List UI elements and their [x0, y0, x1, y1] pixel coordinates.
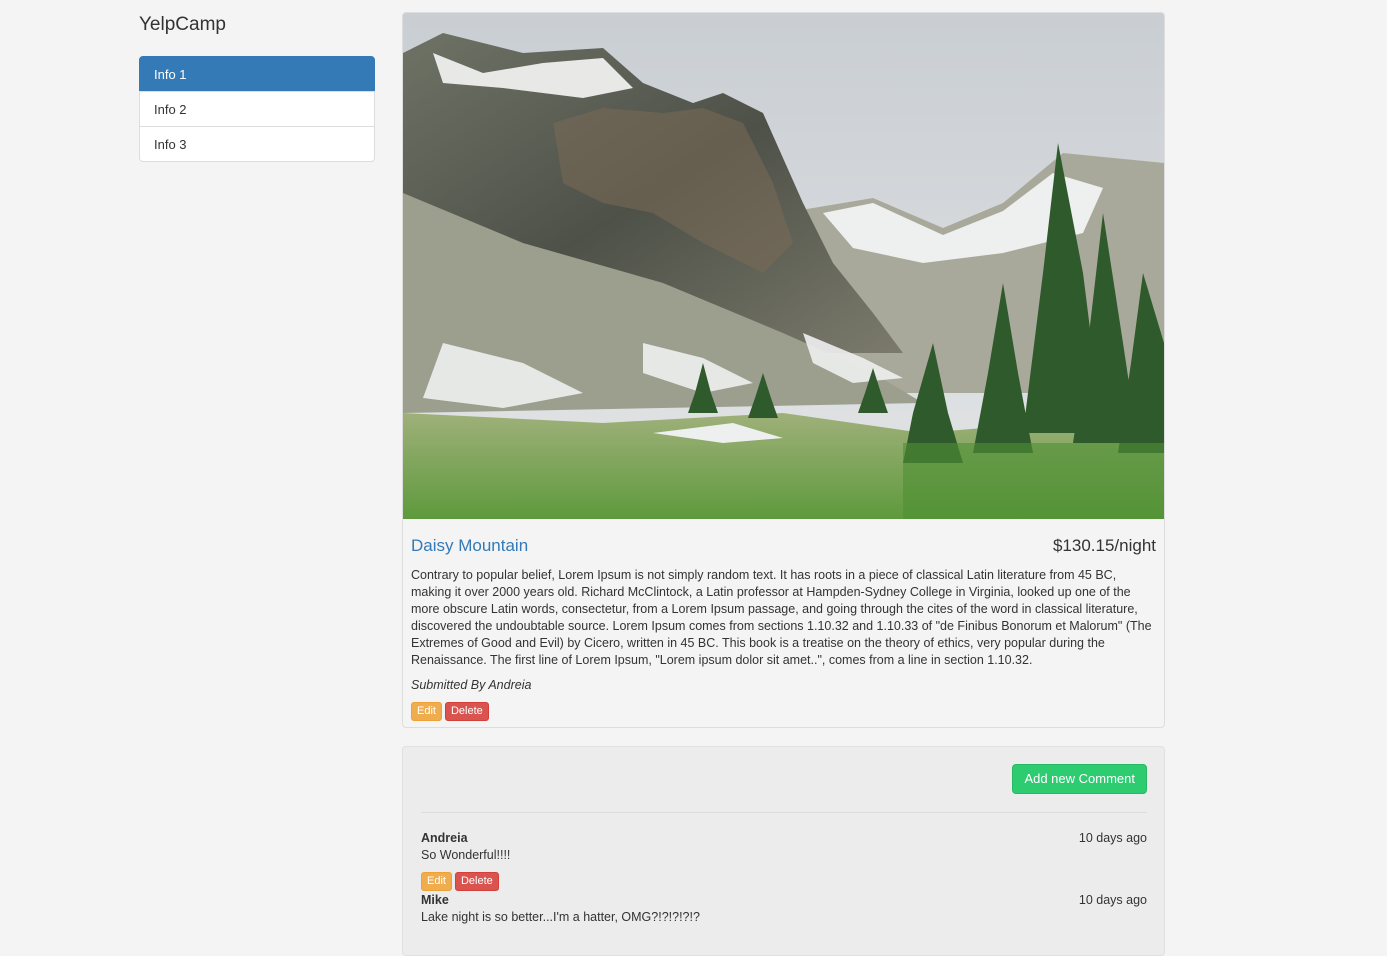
brand-title[interactable]: YelpCamp [139, 14, 226, 36]
comments-divider [421, 812, 1147, 813]
campground-card: Daisy Mountain $130.15/night Contrary to… [402, 12, 1165, 728]
campground-caption: Daisy Mountain $130.15/night Contrary to… [411, 533, 1156, 721]
sidebar-item-info-1[interactable]: Info 1 [139, 56, 375, 92]
edit-comment-button[interactable]: Edit [421, 872, 452, 891]
sidebar-item-info-3[interactable]: Info 3 [139, 126, 375, 162]
comments-section: Add new Comment Andreia 10 days ago So W… [402, 746, 1165, 956]
submitted-by: Submitted By Andreia [411, 678, 532, 692]
campground-image [403, 13, 1164, 519]
campground-price: $130.15/night [1052, 536, 1156, 555]
comment-author: Andreia [421, 831, 468, 845]
delete-comment-button[interactable]: Delete [454, 872, 499, 891]
comment-time: 10 days ago [1078, 831, 1147, 845]
edit-campground-button[interactable]: Edit [411, 702, 442, 721]
sidebar-list: Info 1 Info 2 Info 3 [139, 56, 375, 162]
comment-author: Mike [421, 893, 449, 907]
comment-item: Mike 10 days ago Lake night is so better… [421, 893, 1147, 924]
campground-description: Contrary to popular belief, Lorem Ipsum … [411, 568, 1152, 667]
campground-name-link[interactable]: Daisy Mountain [411, 536, 528, 556]
add-comment-button[interactable]: Add new Comment [1012, 764, 1147, 794]
comment-item: Andreia 10 days ago So Wonderful!!!! Edi… [421, 831, 1147, 891]
comment-text: So Wonderful!!!! [421, 848, 511, 862]
comment-text: Lake night is so better...I'm a hatter, … [421, 910, 700, 924]
comment-time: 10 days ago [1078, 893, 1147, 907]
delete-campground-button[interactable]: Delete [444, 702, 489, 721]
sidebar-item-info-2[interactable]: Info 2 [139, 91, 375, 127]
